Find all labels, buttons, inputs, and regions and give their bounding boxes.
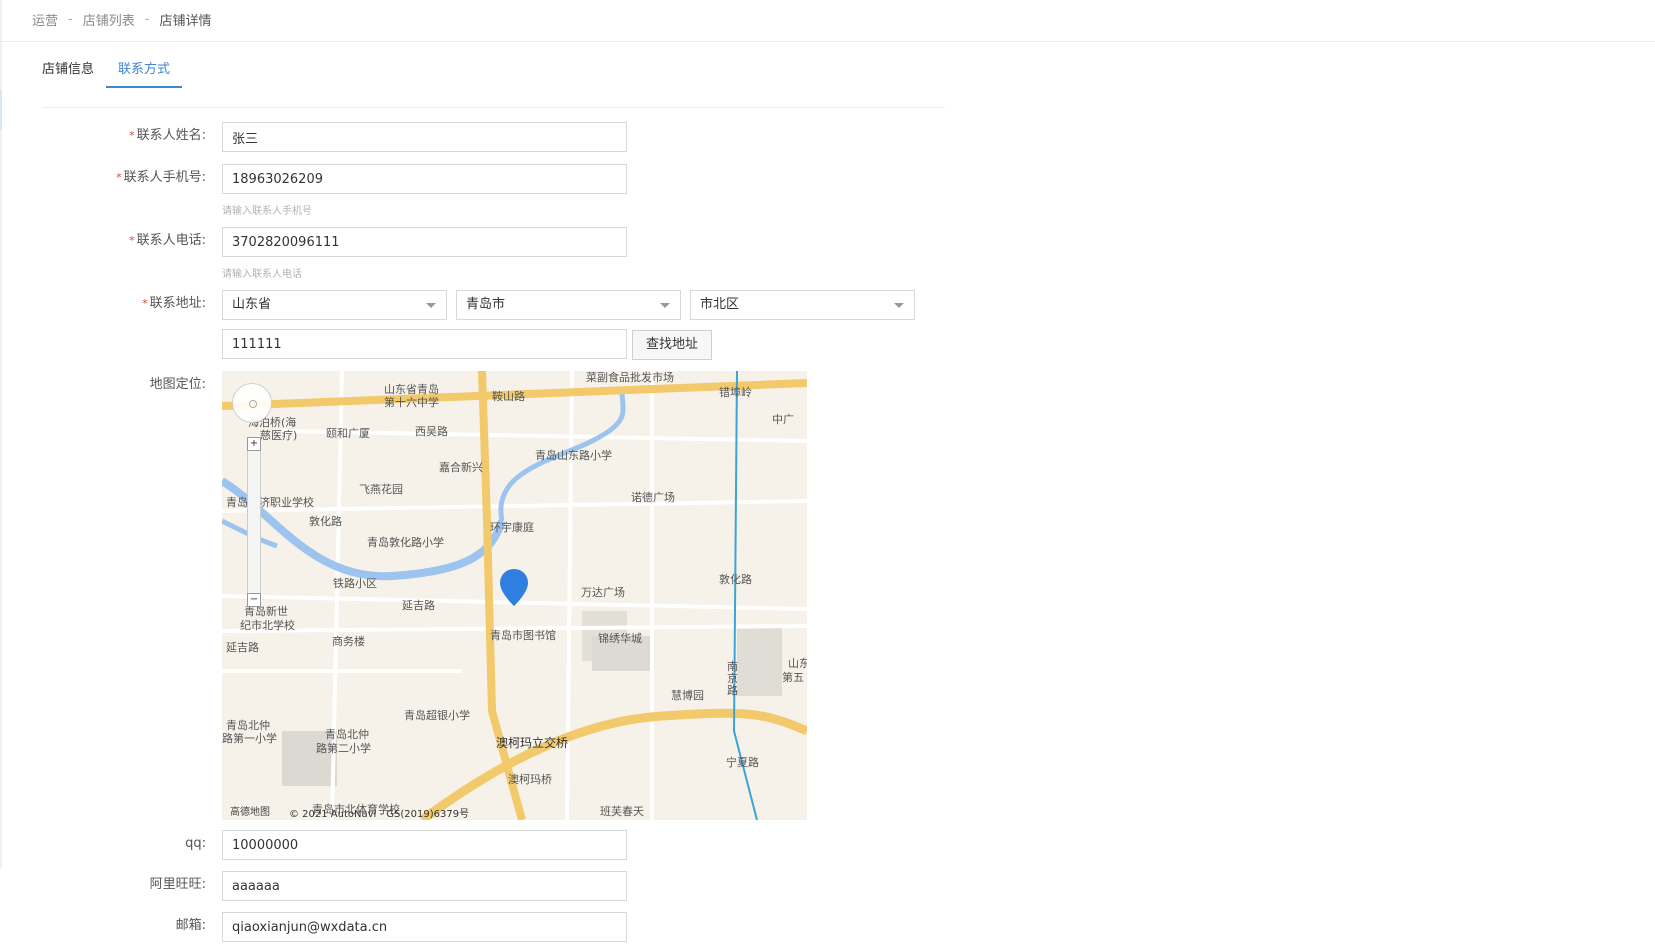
map-place: 铁路小区 [333, 577, 377, 590]
map-place: 鞍山路 [492, 390, 525, 403]
district-value: 市北区 [700, 297, 740, 312]
breadcrumb-item-store-detail: 店铺详情 [159, 13, 212, 29]
map-provider-logo: 高德地图 [230, 807, 270, 818]
map-place: 环宇康庭 [490, 521, 534, 534]
province-select[interactable]: 山东省 [222, 290, 447, 320]
map-place: 慈医疗) [260, 429, 298, 442]
zoom-slider[interactable] [247, 443, 261, 605]
chevron-down-icon [660, 303, 670, 308]
map-place: 延吉路 [402, 599, 435, 612]
map-place: 敦化路 [719, 573, 752, 586]
map-place: 诺德广场 [631, 491, 675, 504]
city-select[interactable]: 青岛市 [456, 290, 681, 320]
phone-label: * 联系人电话: [129, 233, 206, 248]
map-place: 敦化路 [309, 515, 342, 528]
map-place: 延吉路 [226, 641, 259, 654]
map-place: 颐和广厦 [326, 427, 370, 440]
province-value: 山东省 [232, 297, 272, 312]
map-place: 飞燕花园 [359, 483, 403, 496]
tabs-divider [42, 107, 945, 108]
map-place: 班芙春天 [600, 805, 644, 818]
left-rail [0, 0, 2, 868]
pan-center-icon [249, 400, 257, 408]
required-mark: * [142, 297, 148, 310]
breadcrumb: 运营 - 店铺列表 - 店铺详情 [32, 8, 211, 30]
wangwang-label: 阿里旺旺: [149, 877, 206, 892]
map-place: 第十六中学 [384, 396, 439, 409]
map-place: 青岛市图书馆 [490, 629, 556, 642]
map-place: 错埠岭 [719, 386, 752, 399]
city-value: 青岛市 [466, 297, 506, 312]
chevron-down-icon [426, 303, 436, 308]
phone-input[interactable] [222, 227, 627, 257]
map-place: 宁夏路 [726, 756, 759, 769]
chevron-down-icon [894, 303, 904, 308]
map-place: 青岛超银小学 [404, 709, 470, 722]
breadcrumb-item-store-list[interactable]: 店铺列表 [83, 10, 135, 29]
map-place: 第五 [782, 671, 804, 684]
required-mark: * [129, 234, 135, 247]
map-place: 路第一小学 [222, 732, 277, 745]
map-place: 锦绣华城 [598, 632, 642, 645]
map-place: 慧博园 [671, 689, 704, 702]
required-mark: * [129, 129, 135, 142]
breadcrumb-separator: - [144, 11, 150, 27]
map-pan-control[interactable] [232, 383, 272, 423]
map-place: 西吴路 [415, 425, 448, 438]
email-label: 邮箱: [175, 918, 206, 933]
qq-label: qq: [185, 836, 206, 851]
map-place: 中广 [772, 413, 794, 426]
header-divider [0, 41, 1655, 42]
address-label: * 联系地址: [142, 296, 206, 311]
find-address-button[interactable]: 查找地址 [632, 330, 712, 360]
map-place: 澳柯玛桥 [508, 773, 552, 786]
map-view[interactable]: 山东省青岛 第十六中学 菜副食品批发市场 错埠岭 中广 鞍山路 海泊桥(海 慈医… [222, 371, 807, 820]
map-label: 地图定位: [149, 377, 206, 392]
map-place: 菜副食品批发市场 [586, 371, 674, 384]
left-rail-marker [0, 90, 2, 130]
map-zoom-control: + − [232, 383, 276, 607]
contact-name-label: * 联系人姓名: [129, 128, 206, 143]
map-place: 万达广场 [581, 586, 625, 599]
map-place: 青岛山东路小学 [535, 449, 612, 462]
breadcrumb-item-operations[interactable]: 运营 [32, 10, 58, 29]
map-roads [222, 371, 807, 820]
tab-contact[interactable]: 联系方式 [106, 58, 183, 88]
map-place: 嘉合新兴 [439, 461, 483, 474]
map-place: 南京路 [727, 660, 738, 697]
email-input[interactable] [222, 912, 627, 942]
map-attribution: © 2021 AutoNavi - GS(2019)6379号 [289, 809, 470, 820]
map-place: 青岛敦化路小学 [367, 536, 444, 549]
zoom-in-button[interactable]: + [247, 437, 261, 451]
mobile-input[interactable] [222, 164, 627, 194]
address-detail-input[interactable] [222, 329, 627, 359]
tab-store-info[interactable]: 店铺信息 [42, 58, 106, 86]
mobile-label: * 联系人手机号: [116, 170, 206, 185]
qq-input[interactable] [222, 830, 627, 860]
tab-bar: 店铺信息 联系方式 [42, 58, 183, 88]
map-place: 澳柯玛立交桥 [496, 736, 569, 750]
zoom-out-button[interactable]: − [247, 593, 261, 607]
wangwang-input[interactable] [222, 871, 627, 901]
map-place: 路第二小学 [316, 742, 371, 755]
breadcrumb-separator: - [68, 11, 73, 27]
required-mark: * [116, 171, 122, 184]
district-select[interactable]: 市北区 [690, 290, 915, 320]
mobile-hint: 请输入联系人手机号 [222, 206, 312, 217]
map-place: 青岛经济职业学校 [226, 496, 314, 509]
map-place: 纪市北学校 [240, 619, 295, 632]
phone-hint: 请输入联系人电话 [222, 269, 302, 280]
contact-name-input[interactable] [222, 122, 627, 152]
map-place: 商务楼 [332, 635, 365, 648]
